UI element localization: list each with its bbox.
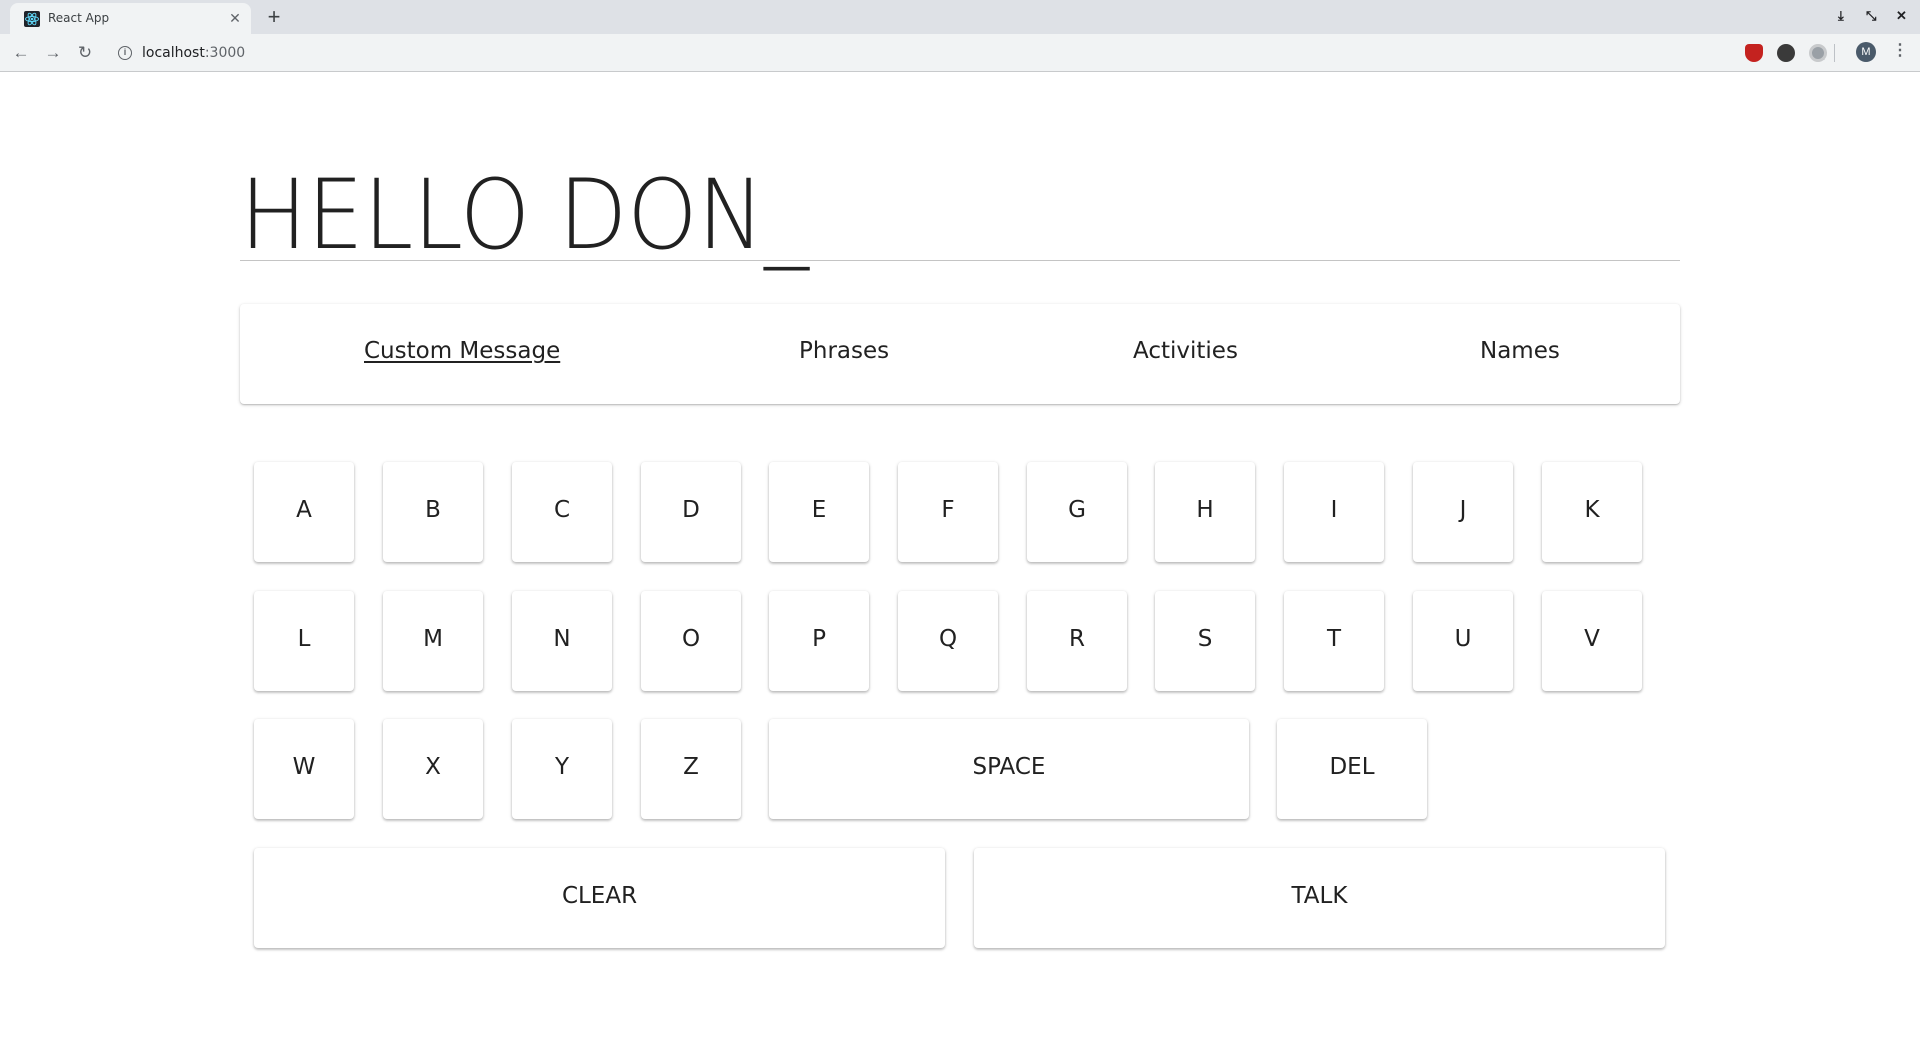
letter-key-u[interactable]: U	[1413, 591, 1513, 691]
message-display: HELLO DON_	[240, 160, 1680, 270]
letter-key-m[interactable]: M	[383, 591, 483, 691]
browser-tab-strip: React App ✕ + ⤓ ⤡ ✕	[0, 0, 1920, 34]
ublock-icon[interactable]	[1745, 44, 1763, 62]
letter-key-z[interactable]: Z	[641, 719, 741, 819]
message-text: HELLO DON_	[240, 159, 809, 271]
letter-key-s[interactable]: S	[1155, 591, 1255, 691]
new-tab-plus-icon[interactable]: +	[262, 5, 286, 29]
letter-key-i[interactable]: I	[1284, 462, 1384, 562]
tab-phrases[interactable]: Phrases	[799, 338, 889, 364]
letter-key-v[interactable]: V	[1542, 591, 1642, 691]
letter-key-f[interactable]: F	[898, 462, 998, 562]
url-host: localhost	[142, 45, 205, 61]
info-icon[interactable]: i	[118, 46, 132, 60]
talk-button[interactable]: TALK	[974, 848, 1665, 948]
url-port: :3000	[204, 45, 246, 61]
tab-custom-message[interactable]: Custom Message	[364, 338, 560, 364]
letter-key-n[interactable]: N	[512, 591, 612, 691]
letter-key-p[interactable]: P	[769, 591, 869, 691]
address-bar[interactable]: i localhost:3000 ☆	[108, 39, 1828, 67]
letter-key-j[interactable]: J	[1413, 462, 1513, 562]
letter-key-a[interactable]: A	[254, 462, 354, 562]
tab-title: React App	[48, 11, 110, 25]
letter-key-w[interactable]: W	[254, 719, 354, 819]
letter-key-t[interactable]: T	[1284, 591, 1384, 691]
letter-key-r[interactable]: R	[1027, 591, 1127, 691]
menu-icon[interactable]: ⋮	[1892, 40, 1908, 60]
delete-key[interactable]: DEL	[1277, 719, 1427, 819]
letter-key-e[interactable]: E	[769, 462, 869, 562]
letter-key-q[interactable]: Q	[898, 591, 998, 691]
restore-icon[interactable]: ⤡	[1866, 8, 1876, 24]
letter-key-o[interactable]: O	[641, 591, 741, 691]
close-icon[interactable]: ✕	[227, 10, 243, 26]
react-favicon-icon	[24, 11, 40, 27]
forward-icon[interactable]: →	[42, 42, 64, 64]
letter-key-l[interactable]: L	[254, 591, 354, 691]
url-text: localhost:3000	[142, 45, 245, 61]
category-tabs: Custom Message Phrases Activities Names	[240, 304, 1680, 404]
letter-key-h[interactable]: H	[1155, 462, 1255, 562]
space-key[interactable]: SPACE	[769, 719, 1249, 819]
window-close-icon[interactable]: ✕	[1896, 8, 1907, 24]
letter-key-x[interactable]: X	[383, 719, 483, 819]
browser-tab[interactable]: React App ✕	[10, 3, 251, 34]
github-icon[interactable]	[1777, 44, 1795, 62]
minimize-icon[interactable]: ⤓	[1838, 8, 1844, 24]
letter-key-g[interactable]: G	[1027, 462, 1127, 562]
letter-key-k[interactable]: K	[1542, 462, 1642, 562]
profile-avatar[interactable]: M	[1856, 42, 1876, 62]
tab-activities[interactable]: Activities	[1133, 338, 1238, 364]
letter-key-y[interactable]: Y	[512, 719, 612, 819]
clear-button[interactable]: CLEAR	[254, 848, 945, 948]
letter-key-c[interactable]: C	[512, 462, 612, 562]
reload-icon[interactable]: ↻	[74, 42, 96, 64]
letter-key-d[interactable]: D	[641, 462, 741, 562]
browser-toolbar: ← → ↻ i localhost:3000 ☆	[0, 34, 1920, 72]
toolbar-divider	[1834, 44, 1835, 62]
letter-key-b[interactable]: B	[383, 462, 483, 562]
extension-icon[interactable]	[1809, 44, 1827, 62]
back-icon[interactable]: ←	[10, 42, 32, 64]
tab-names[interactable]: Names	[1480, 338, 1560, 364]
